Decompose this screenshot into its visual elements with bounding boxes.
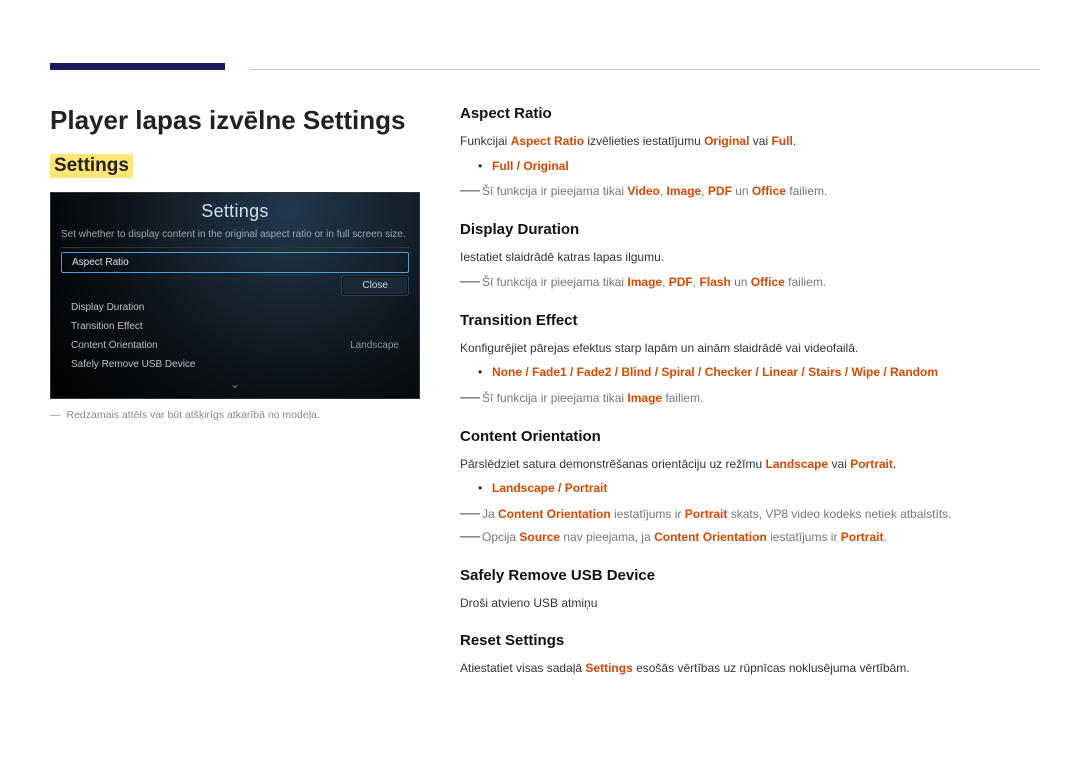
panel-row-label: Safely Remove USB Device — [71, 359, 196, 370]
content-orientation-paragraph: Pārslēdziet satura demonstrēšanas orient… — [460, 455, 1040, 474]
page-title: Player lapas izvēlne Settings — [50, 105, 420, 136]
panel-divider — [61, 247, 409, 248]
chevron-down-icon: ⌄ — [51, 378, 419, 390]
highlighted-subtitle: Settings — [50, 154, 133, 178]
content-orientation-note-2: ― Opcija Source nav pieejama, ja Content… — [460, 528, 1040, 547]
panel-row-transition-effect: Transition Effect — [61, 317, 409, 336]
heading-display-duration: Display Duration — [460, 221, 1040, 238]
reset-settings-paragraph: Atiestatiet visas sadaļā Settings esošās… — [460, 659, 1040, 678]
panel-row-display-duration: Display Duration — [61, 298, 409, 317]
transition-effect-options: None / Fade1 / Fade2 / Blind / Spiral / … — [482, 363, 1040, 382]
transition-effect-paragraph: Konfigurējiet pārejas efektus starp lapā… — [460, 339, 1040, 358]
option-value: None / Fade1 / Fade2 / Blind / Spiral / … — [492, 365, 938, 379]
panel-description: Set whether to display content in the or… — [51, 228, 419, 247]
panel-row-label: Content Orientation — [71, 340, 158, 351]
panel-row-label: Aspect Ratio — [72, 257, 129, 268]
header-rule — [250, 69, 1040, 70]
left-column: Player lapas izvēlne Settings Settings S… — [50, 105, 420, 684]
content-orientation-options: Landscape / Portrait — [482, 479, 1040, 498]
header-accent-bar — [50, 63, 225, 70]
option-value: Landscape / Portrait — [492, 481, 607, 495]
panel-row-safely-remove-usb: Safely Remove USB Device — [61, 355, 409, 374]
heading-aspect-ratio: Aspect Ratio — [460, 105, 1040, 122]
aspect-ratio-note: ― Šī funkcija ir pieejama tikai Video, I… — [460, 182, 1040, 201]
aspect-ratio-paragraph: Funkcijai Aspect Ratio izvēlieties iesta… — [460, 132, 1040, 151]
right-column: Aspect Ratio Funkcijai Aspect Ratio izvē… — [460, 105, 1040, 684]
panel-row-value: Landscape — [350, 340, 399, 351]
panel-row-aspect-ratio: Aspect Ratio — [61, 252, 409, 273]
settings-panel-screenshot: Settings Set whether to display content … — [50, 192, 420, 399]
display-duration-note: ― Šī funkcija ir pieejama tikai Image, P… — [460, 273, 1040, 292]
panel-row-label: Display Duration — [71, 302, 144, 313]
display-duration-paragraph: Iestatiet slaidrādē katras lapas ilgumu. — [460, 248, 1040, 267]
panel-row-label: Transition Effect — [71, 321, 143, 332]
safely-remove-usb-paragraph: Droši atvieno USB atmiņu — [460, 594, 1040, 613]
option-value: Full / Original — [492, 159, 569, 173]
heading-reset-settings: Reset Settings — [460, 632, 1040, 649]
panel-row-content-orientation: Content Orientation Landscape — [61, 336, 409, 355]
close-button: Close — [341, 275, 409, 296]
heading-content-orientation: Content Orientation — [460, 428, 1040, 445]
left-footnote: ―Redzamais attēls var būt atšķirīgs atka… — [50, 409, 420, 421]
panel-title: Settings — [51, 193, 419, 228]
content-orientation-note-1: ― Ja Content Orientation iestatījums ir … — [460, 505, 1040, 524]
heading-safely-remove-usb: Safely Remove USB Device — [460, 567, 1040, 584]
heading-transition-effect: Transition Effect — [460, 312, 1040, 329]
transition-effect-note: ― Šī funkcija ir pieejama tikai Image fa… — [460, 389, 1040, 408]
aspect-ratio-options: Full / Original — [482, 157, 1040, 176]
